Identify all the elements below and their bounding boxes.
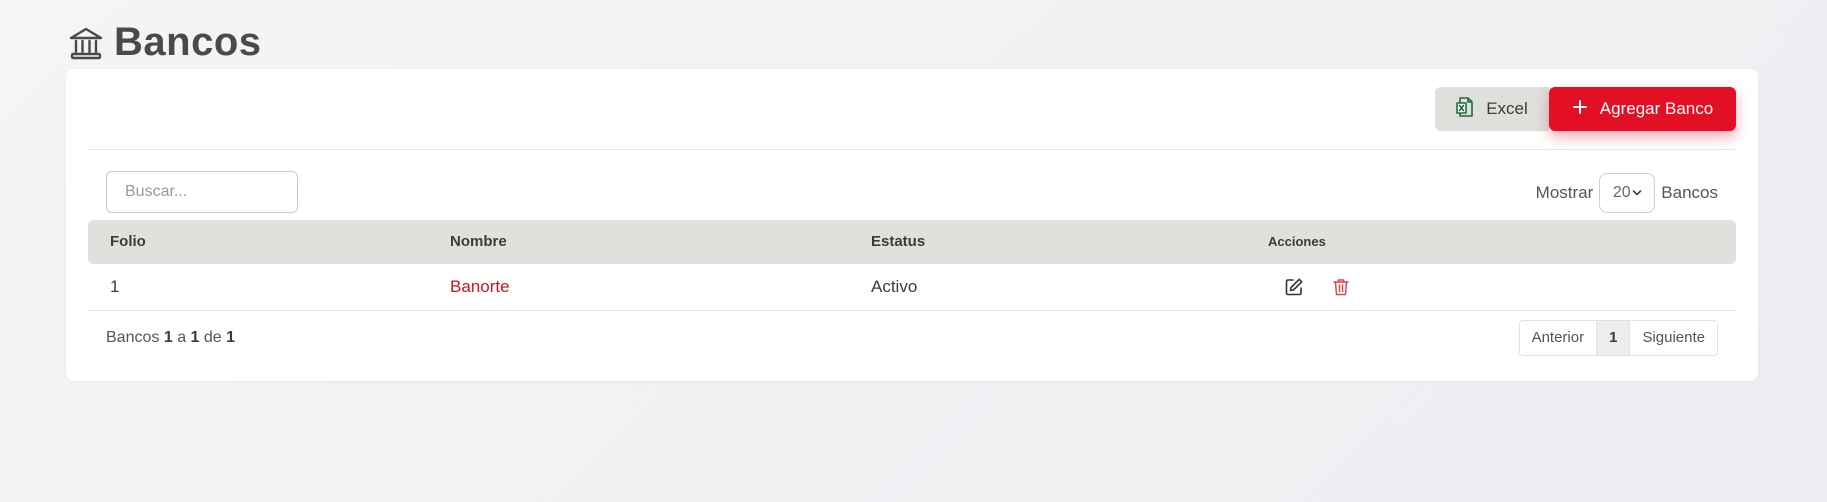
bank-name-link[interactable]: Banorte [450,277,510,296]
table-header: Folio Nombre Estatus Acciones [88,220,1736,264]
excel-export-button[interactable]: Excel [1435,87,1549,131]
page-size-select[interactable]: 20 [1599,173,1656,213]
summary-sep-a: a [177,329,187,346]
excel-file-icon [1456,96,1474,122]
table-row: 1 Banorte Activo [88,264,1736,311]
page-header: Bancos [68,20,262,65]
next-page-button[interactable]: Siguiente [1630,321,1717,355]
plus-icon [1572,99,1588,120]
column-header-nombre[interactable]: Nombre [450,220,507,264]
page-title: Bancos [114,20,262,64]
page-size-prefix: Mostrar [1535,183,1594,202]
add-bank-button-label: Agregar Banco [1599,99,1714,118]
page-size-value: 20 [1612,184,1631,201]
divider [88,149,1736,150]
page-size-control: Mostrar 20 Bancos [1536,173,1718,213]
column-header-folio[interactable]: Folio [110,220,146,264]
bank-icon [68,25,104,61]
summary-sep-de: de [203,329,222,346]
summary-total: 1 [226,329,236,346]
excel-button-label: Excel [1486,99,1528,118]
add-bank-button[interactable]: Agregar Banco [1549,87,1736,131]
pagination: Anterior 1 Siguiente [1518,320,1718,356]
chevron-down-icon [1632,184,1642,202]
cell-folio: 1 [110,277,120,296]
prev-page-button[interactable]: Anterior [1519,321,1598,355]
cell-estatus: Activo [871,277,918,296]
trash-icon[interactable] [1331,277,1351,297]
toolbar: Excel Agregar Banco [1435,87,1736,131]
results-summary: Bancos 1 a 1 de 1 [106,329,235,347]
summary-from: 1 [163,329,173,346]
summary-label: Bancos [106,329,160,346]
column-header-acciones: Acciones [1268,234,1326,249]
search-input[interactable] [106,171,298,213]
summary-to: 1 [190,329,200,346]
column-header-estatus[interactable]: Estatus [871,220,925,264]
banks-card: Excel Agregar Banco Mostrar 20 Bancos [66,69,1758,381]
page-size-suffix: Bancos [1661,183,1718,202]
page-1-button[interactable]: 1 [1597,321,1631,355]
edit-icon[interactable] [1284,277,1304,297]
